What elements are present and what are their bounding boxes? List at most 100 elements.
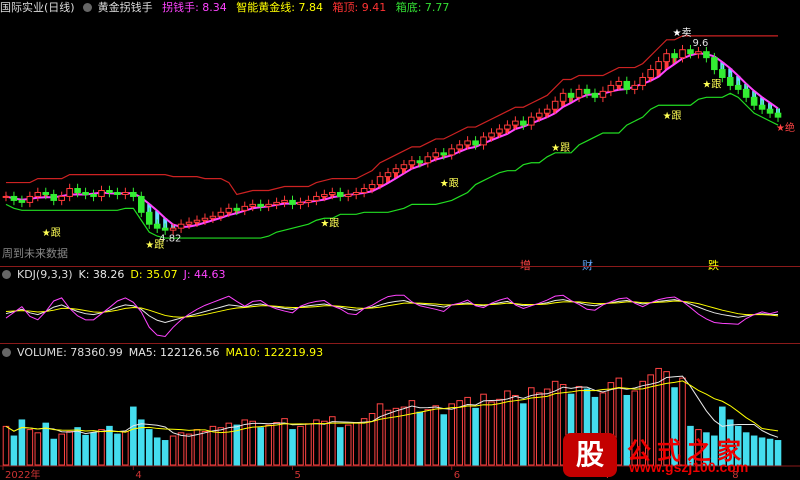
candle-body: [774, 112, 782, 118]
candle-body: [106, 190, 113, 193]
volume-bar: [543, 388, 551, 466]
kdj-d-line: [5, 300, 779, 318]
volume-bar: [185, 433, 193, 466]
annotation-follow: ★跟: [702, 79, 721, 91]
candle-body: [10, 195, 18, 201]
watermark-logo: 股 公式之家 www.gszj100.com: [555, 425, 800, 480]
volume-bar: [217, 427, 225, 466]
volume-bar: [432, 405, 440, 466]
volume-bar: [416, 411, 424, 466]
candle-body: [114, 191, 121, 195]
volume-bar: [161, 440, 169, 466]
stock-chart[interactable]: ★卖9.64.82★跟★跟★跟★跟★跟★跟★跟★绝2022年45678: [0, 0, 800, 480]
candle-body: [480, 136, 487, 146]
candle-body: [448, 148, 455, 156]
candle-body: [408, 160, 416, 166]
candle-body: [583, 88, 591, 94]
volume-bar: [281, 418, 288, 466]
volume-bar: [153, 437, 161, 466]
candle-body: [400, 164, 408, 170]
candle-body: [416, 160, 424, 164]
volume-bar: [488, 401, 495, 466]
volume-bar: [34, 432, 42, 466]
candle-body: [233, 207, 241, 211]
candle-body: [750, 96, 758, 106]
candle-body: [647, 69, 654, 78]
candle-body: [758, 104, 766, 110]
candle-body: [34, 191, 42, 197]
candle-body: [520, 120, 527, 126]
candle-body: [703, 51, 710, 59]
volume-bar: [344, 424, 352, 466]
candle-body: [631, 84, 639, 90]
volume-bar: [520, 403, 527, 466]
candle-body: [74, 188, 81, 193]
candle-body: [551, 100, 559, 110]
candle-body: [42, 191, 50, 195]
candle-body: [456, 144, 463, 150]
candle-body: [687, 49, 694, 55]
candle-body: [145, 211, 153, 225]
volume-bar: [138, 419, 145, 466]
candle-body: [209, 215, 217, 219]
candle-body: [98, 190, 105, 197]
volume-bar: [297, 425, 304, 466]
volume-bar: [305, 423, 312, 466]
volume-bar: [2, 425, 10, 466]
candle-body: [535, 112, 543, 118]
volume-bar: [336, 427, 344, 466]
candle-body: [329, 191, 336, 195]
volume-bar: [265, 424, 272, 466]
candle-body: [360, 188, 368, 193]
annotation-sell: ★卖: [673, 27, 692, 39]
candle-body: [169, 227, 177, 231]
volume-bar: [535, 392, 543, 466]
candle-body: [607, 84, 615, 92]
volume-bar: [177, 432, 185, 466]
candle-body: [599, 90, 607, 98]
candle-body: [161, 227, 169, 231]
candle-body: [376, 176, 384, 186]
candle-body: [177, 223, 185, 229]
annotation-high-price: 9.6: [693, 38, 709, 49]
volume-bar: [408, 400, 416, 466]
volume-bar: [528, 387, 535, 466]
x-axis-label: 2022年: [5, 468, 40, 480]
candle-body: [18, 199, 26, 203]
annotation-follow: ★跟: [663, 110, 682, 122]
volume-bar: [42, 422, 50, 466]
kdj-k-line: [5, 299, 779, 323]
candle-body: [655, 61, 662, 71]
candle-body: [185, 221, 193, 225]
candle-body: [58, 195, 65, 201]
candle-body: [734, 84, 742, 90]
annotation-stop: ★绝: [776, 121, 795, 134]
volume-bar: [321, 420, 328, 466]
x-axis-label: 6: [454, 470, 460, 480]
candle-body: [90, 193, 97, 197]
volume-bar: [424, 409, 432, 466]
volume-bar: [122, 431, 129, 466]
candle-body: [289, 199, 296, 205]
candle-body: [249, 203, 257, 207]
volume-bar: [106, 425, 113, 466]
volume-bar: [26, 429, 34, 466]
candle-body: [488, 132, 495, 138]
candle-body: [591, 92, 599, 98]
volume-bar: [273, 422, 280, 466]
volume-bar: [360, 418, 368, 466]
candle-body: [528, 116, 535, 126]
candle-body: [344, 193, 352, 197]
volume-bar: [66, 431, 73, 466]
candle-body: [273, 201, 280, 205]
candle-body: [50, 193, 58, 201]
candle-body: [742, 88, 750, 98]
guaiqianshou-line: [5, 52, 779, 228]
volume-bar: [241, 419, 249, 466]
volume-bar: [440, 414, 448, 466]
candle-body: [241, 205, 249, 211]
volume-bar: [376, 403, 384, 466]
volume-bar: [58, 433, 65, 466]
candle-body: [695, 51, 702, 55]
candle-body: [305, 199, 312, 203]
